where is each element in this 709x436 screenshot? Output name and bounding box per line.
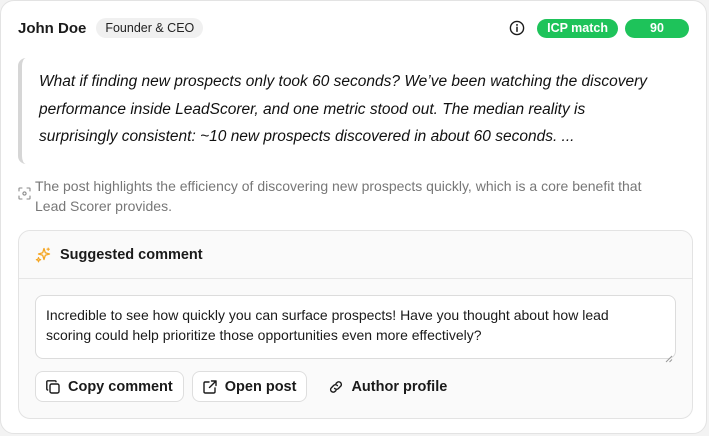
- copy-comment-button[interactable]: Copy comment: [35, 371, 184, 402]
- author-name: John Doe: [18, 19, 87, 37]
- insight-note: The post highlights the efficiency of di…: [18, 176, 694, 216]
- header-right: ICP match 90: [509, 18, 689, 38]
- author-profile-button[interactable]: Author profile: [319, 371, 457, 402]
- role-badge: Founder & CEO: [96, 18, 204, 38]
- comment-textarea[interactable]: Incredible to see how quickly you can su…: [35, 295, 676, 363]
- post-quote: What if finding new prospects only took …: [18, 58, 690, 164]
- insight-text: The post highlights the efficiency of di…: [35, 176, 641, 216]
- post-card: John Doe Founder & CEO ICP match 90 What…: [0, 0, 707, 434]
- comment-line: scoring could help prioritize those oppo…: [46, 327, 482, 343]
- score-badge: 90: [625, 18, 689, 38]
- icp-match-badge: ICP match: [537, 18, 618, 38]
- copy-icon: [45, 379, 61, 395]
- insight-line: The post highlights the efficiency of di…: [35, 178, 642, 194]
- info-icon[interactable]: [509, 20, 525, 36]
- copy-comment-label: Copy comment: [68, 378, 173, 395]
- external-link-icon: [202, 379, 218, 395]
- quote-line: What if finding new prospects only took …: [39, 73, 647, 90]
- suggested-comment-header: Suggested comment: [19, 231, 692, 279]
- resize-handle-icon[interactable]: [665, 348, 673, 363]
- suggested-comment-panel: Suggested comment Incredible to see how …: [18, 230, 693, 419]
- scan-icon: [18, 187, 31, 200]
- suggested-comment-title: Suggested comment: [60, 246, 203, 263]
- sparkle-icon: [35, 246, 51, 263]
- comment-line: Incredible to see how quickly you can su…: [46, 307, 609, 323]
- link-icon: [328, 379, 344, 395]
- author-profile-label: Author profile: [351, 378, 448, 395]
- open-post-label: Open post: [224, 378, 297, 395]
- quote-line: performance inside LeadScorer, and one m…: [39, 100, 586, 118]
- comment-actions: Copy comment Open post Author profile: [35, 371, 465, 402]
- insight-line: Lead Scorer provides.: [35, 198, 172, 214]
- open-post-button[interactable]: Open post: [191, 371, 308, 402]
- quote-line: surprisingly consistent: ~10 new prospec…: [39, 128, 575, 145]
- post-header: John Doe Founder & CEO ICP match 90: [18, 17, 689, 39]
